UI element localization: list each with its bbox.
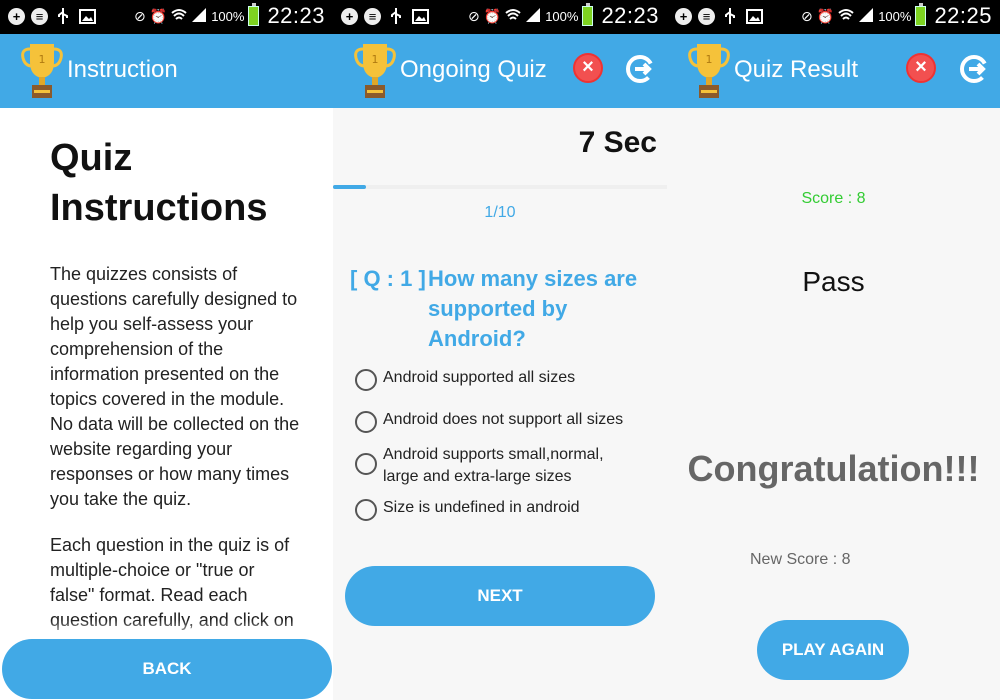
quiz-screen: + ≡ ⊘ ⏰ 100% 22:23 1 Ongoing Quiz × 7 Se… (333, 0, 667, 700)
mute-icon: ⊘ (468, 7, 480, 24)
trophy-icon: 1 (354, 44, 396, 98)
usb-icon (54, 7, 72, 25)
instructions-heading: Quiz Instructions (50, 137, 268, 229)
clock: 22:25 (934, 3, 992, 28)
question-text: How many sizes are supported by Android? (428, 266, 638, 351)
alarm-icon: ⏰ (483, 7, 502, 24)
alarm-icon: ⏰ (149, 7, 168, 24)
answer-option[interactable]: Android does not support all sizes (355, 409, 655, 433)
usb-icon (721, 7, 739, 25)
timer: 7 Sec (578, 126, 657, 159)
question-counter: 1/10 (484, 204, 516, 221)
next-button[interactable]: NEXT (345, 566, 655, 626)
result-screen: + ≡ ⊘ ⏰ 100% 22:25 1 Quiz Result × Score… (667, 0, 1000, 700)
score-label: Score : 8 (801, 190, 866, 207)
app-bar: 1 Ongoing Quiz × (333, 34, 667, 108)
progress-track (333, 185, 667, 189)
mute-icon: ⊘ (801, 7, 813, 24)
usb-icon (387, 7, 405, 25)
wifi-icon (505, 7, 521, 26)
radio-button[interactable] (355, 453, 377, 475)
battery-percent: 100% (211, 8, 245, 24)
radio-button[interactable] (355, 369, 377, 391)
progress-fill (333, 185, 367, 189)
result-status: Pass (802, 266, 865, 297)
battery-percent: 100% (545, 8, 579, 24)
chat-icon: ≡ (698, 7, 715, 25)
instructions-paragraph-1: The quizzes consists of questions carefu… (50, 264, 300, 509)
status-bar: + ≡ ⊘ ⏰ 100% 22:23 (0, 0, 333, 34)
radio-button[interactable] (355, 411, 377, 433)
trophy-icon: 1 (688, 44, 730, 98)
question-number: [ Q : 1 ] (350, 266, 426, 291)
option-label: Size is undefined in android (383, 499, 580, 516)
chat-icon: ≡ (31, 7, 48, 25)
clock: 22:23 (267, 3, 325, 28)
status-bar: + ≡ ⊘ ⏰ 100% 22:23 (333, 0, 667, 34)
app-bar: 1 Quiz Result × (667, 34, 1000, 108)
battery-icon (915, 3, 927, 26)
alarm-icon: ⏰ (816, 7, 835, 24)
clock: 22:23 (601, 3, 659, 28)
image-icon (411, 7, 429, 25)
radio-button[interactable] (355, 499, 377, 521)
exit-icon[interactable] (957, 52, 991, 86)
wifi-icon (838, 7, 854, 26)
close-icon[interactable]: × (906, 53, 936, 83)
new-score-label: New Score : 8 (750, 551, 851, 568)
page-title: Ongoing Quiz (400, 56, 547, 83)
signal-icon (525, 7, 541, 26)
close-icon[interactable]: × (573, 53, 603, 83)
signal-icon (191, 7, 207, 26)
app-bar: 1 Instruction (0, 34, 333, 108)
image-icon (745, 7, 763, 25)
wifi-icon (171, 7, 187, 26)
congratulation-message: Congratulation!!! (687, 448, 980, 489)
answer-option[interactable]: Size is undefined in android (355, 497, 655, 521)
answer-option[interactable]: Android supports small,normal, large and… (355, 444, 645, 488)
option-label: Android supported all sizes (383, 369, 576, 386)
mute-icon: ⊘ (134, 7, 146, 24)
battery-icon (248, 3, 260, 26)
signal-icon (858, 7, 874, 26)
plus-icon: + (8, 7, 25, 25)
instruction-screen: + ≡ ⊘ ⏰ 100% 22:23 1 Instruction Quiz In… (0, 0, 333, 700)
plus-icon: + (341, 7, 358, 25)
page-title: Quiz Result (734, 56, 859, 83)
play-again-button[interactable]: PLAY AGAIN (757, 620, 909, 680)
back-button[interactable]: BACK (2, 639, 332, 699)
svg-text:1: 1 (706, 53, 713, 66)
page-title: Instruction (67, 56, 178, 83)
status-bar: + ≡ ⊘ ⏰ 100% 22:25 (667, 0, 1000, 34)
svg-text:1: 1 (372, 53, 379, 66)
chat-icon: ≡ (364, 7, 381, 25)
plus-icon: + (675, 7, 692, 25)
battery-icon (582, 3, 594, 26)
image-icon (78, 7, 96, 25)
svg-text:1: 1 (39, 53, 46, 66)
option-label: Android supports small,normal, large and… (383, 446, 604, 485)
battery-percent: 100% (878, 8, 912, 24)
trophy-icon: 1 (21, 44, 63, 98)
answer-option[interactable]: Android supported all sizes (355, 367, 655, 391)
option-label: Android does not support all sizes (383, 411, 624, 428)
exit-icon[interactable] (623, 52, 657, 86)
